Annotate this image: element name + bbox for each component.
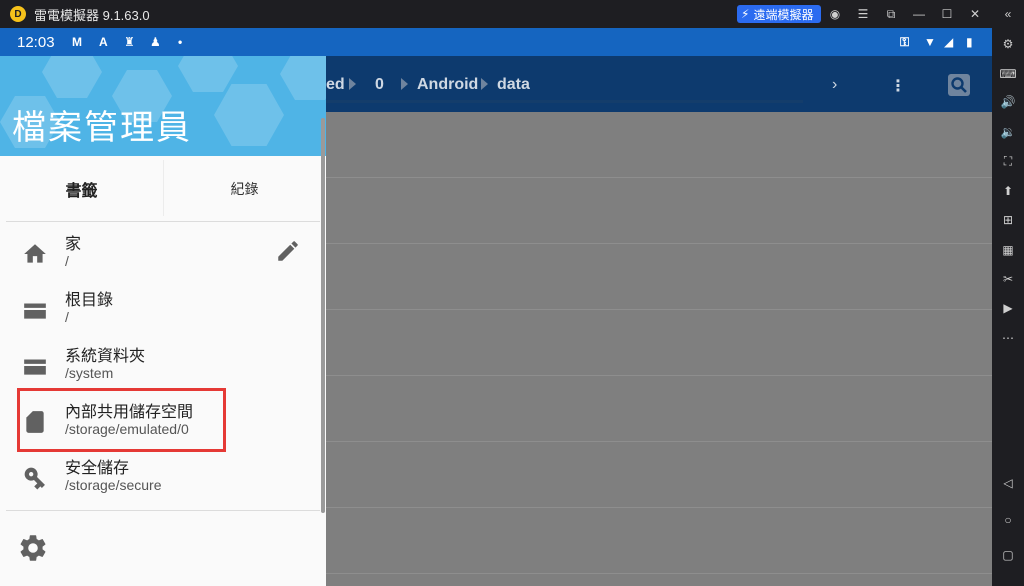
minimize-icon[interactable]: — <box>911 6 927 22</box>
tab-divider <box>163 160 164 216</box>
android-status-bar: 12:03 M A ♜ ♟ • ⚿ ▼ ◢ ▮ <box>0 28 992 56</box>
drawer-item-path: / <box>65 309 69 325</box>
drawer-item-path: /system <box>65 365 114 381</box>
list-divider <box>326 441 992 442</box>
wifi-icon: ▼ <box>924 35 936 49</box>
close-icon[interactable]: ✕ <box>967 6 983 22</box>
record-video-icon[interactable]: ▶ <box>1000 300 1016 316</box>
chess-notification-icon: ♟ <box>150 35 161 49</box>
apk-icon[interactable]: ▦ <box>1000 242 1016 258</box>
breadcrumb-item[interactable]: 0 <box>375 76 384 94</box>
vpn-key-icon: ⚿ <box>900 35 910 49</box>
hexagon-decoration <box>280 56 326 100</box>
account-icon[interactable]: ◉ <box>827 6 843 22</box>
menu-icon[interactable]: ☰ <box>855 6 871 22</box>
emulator-title: 雷電模擬器 9.1.63.0 <box>34 7 150 23</box>
breadcrumb-separator-icon <box>481 78 488 90</box>
drawer-divider <box>6 510 320 511</box>
back-nav-icon[interactable]: ◁ <box>1000 475 1016 491</box>
remote-emulator-button[interactable]: ⚡ 遠端模擬器 <box>737 5 822 23</box>
more-vert-icon[interactable]: ⋮ <box>890 76 906 96</box>
screenshot-icon[interactable]: ⛶ <box>1000 153 1016 169</box>
list-divider <box>326 507 992 508</box>
edit-pencil-icon[interactable] <box>275 238 301 264</box>
collapse-sidebar-icon[interactable]: « <box>1000 6 1016 22</box>
list-divider <box>326 573 992 574</box>
hexagon-decoration <box>178 56 238 92</box>
storage-icon <box>24 303 46 319</box>
drawer-item-root[interactable]: 根目錄 / <box>0 282 326 338</box>
list-divider <box>326 177 992 178</box>
drawer-item-system[interactable]: 系統資料夾 /system <box>0 338 326 394</box>
maximize-icon[interactable]: ☐ <box>939 6 955 22</box>
settings-gear-icon[interactable]: ⚙ <box>1000 36 1016 52</box>
list-divider <box>326 309 992 310</box>
signal-icon: ◢ <box>944 35 954 49</box>
breadcrumb-item[interactable]: Android <box>417 76 478 94</box>
settings-gear-icon[interactable] <box>17 532 49 564</box>
drawer-item-label: 根目錄 <box>65 292 114 309</box>
breadcrumb-separator-icon <box>401 78 408 90</box>
breadcrumb-item[interactable]: ed <box>326 76 345 94</box>
remote-emulator-label: 遠端模擬器 <box>753 7 814 22</box>
font-notification-icon: A <box>99 35 108 49</box>
chess-notification-icon: ♜ <box>124 35 135 49</box>
breadcrumb-separator-icon <box>349 78 356 90</box>
install-apk-icon[interactable]: ⬆ <box>1000 183 1016 199</box>
drawer-header: 檔案管理員 <box>0 56 326 156</box>
breadcrumb-item[interactable]: data <box>497 76 530 94</box>
volume-up-icon[interactable]: 🔊 <box>1000 94 1016 110</box>
status-clock: 12:03 <box>17 34 55 51</box>
app-notification-icon: M <box>72 35 82 49</box>
drawer-item-secure-storage[interactable]: 安全儲存 /storage/secure <box>0 450 326 506</box>
restore-icon[interactable]: ⧉ <box>883 6 899 22</box>
app-logo-icon: D <box>10 6 26 22</box>
hexagon-decoration <box>214 84 284 146</box>
volume-down-icon[interactable]: 🔉 <box>1000 124 1016 140</box>
list-divider <box>326 243 992 244</box>
key-icon <box>24 467 45 490</box>
battery-icon: ▮ <box>966 35 973 49</box>
recents-nav-icon[interactable]: ▢ <box>1000 547 1016 563</box>
drawer-item-home[interactable]: 家 / <box>0 226 326 282</box>
lightning-icon: ⚡ <box>741 7 750 21</box>
more-tools-icon[interactable]: ⋯ <box>1000 330 1016 346</box>
search-icon[interactable] <box>948 74 970 96</box>
tab-bookmarks[interactable]: 書籤 <box>0 156 163 222</box>
drawer-scrollbar[interactable] <box>321 118 325 513</box>
drawer-divider <box>6 221 320 222</box>
more-notifications-icon: • <box>178 35 183 49</box>
drawer-item-path: /storage/secure <box>65 477 162 493</box>
emulator-window: D 雷電模擬器 9.1.63.0 ⚡ 遠端模擬器 ◉ ☰ ⧉ — ☐ ✕ « 1… <box>0 0 1024 586</box>
home-icon <box>24 244 46 263</box>
path-progress-bar <box>326 100 803 103</box>
hexagon-decoration <box>42 56 102 98</box>
emulator-side-toolbar: ⚙ ⌨ 🔊 🔉 ⛶ ⬆ ⊞ ▦ ✂ ▶ ⋯ ◁ ○ ▢ <box>992 28 1024 586</box>
drawer-item-path: / <box>65 253 69 269</box>
emulator-titlebar: D 雷電模擬器 9.1.63.0 ⚡ 遠端模擬器 ◉ ☰ ⧉ — ☐ ✕ « <box>0 0 1024 28</box>
chevron-right-icon[interactable]: › <box>832 76 837 94</box>
drawer-item-label: 家 <box>65 236 82 253</box>
home-nav-icon[interactable]: ○ <box>1000 512 1016 528</box>
list-divider <box>326 375 992 376</box>
add-window-icon[interactable]: ⊞ <box>1000 212 1016 228</box>
drawer-item-label: 系統資料夾 <box>65 348 146 365</box>
navigation-drawer: 檔案管理員 書籤 紀錄 家 / 根目錄 / 系統資料夾 /system 內部共用… <box>0 56 326 586</box>
keyboard-icon[interactable]: ⌨ <box>999 66 1016 82</box>
drawer-title: 檔案管理員 <box>12 109 192 147</box>
tab-history[interactable]: 紀錄 <box>163 156 326 222</box>
highlight-annotation-box <box>17 388 226 452</box>
drawer-item-label: 安全儲存 <box>65 460 130 477</box>
scissors-icon[interactable]: ✂ <box>1000 271 1016 287</box>
storage-icon <box>24 359 46 375</box>
